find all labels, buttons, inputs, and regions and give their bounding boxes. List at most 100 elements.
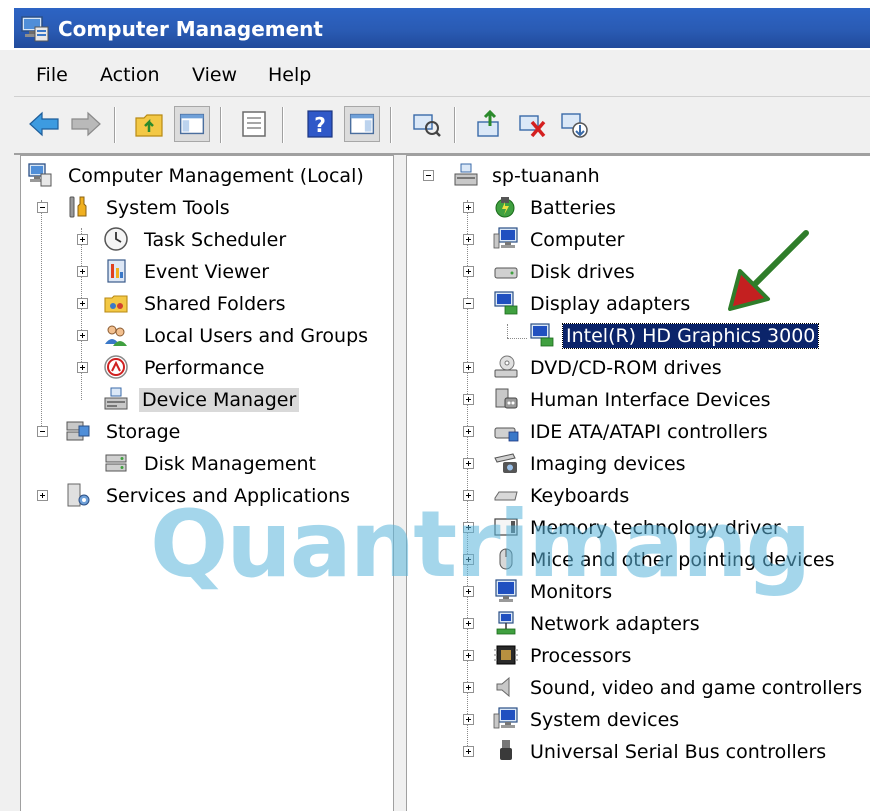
device-category-label: Sound, video and game controllers	[530, 677, 863, 699]
uninstall-icon[interactable]	[514, 106, 550, 142]
device-tree-root[interactable]: sp-tuananh	[411, 162, 861, 190]
expand-toggle[interactable]	[77, 266, 88, 277]
title-bar: Computer Management	[0, 0, 870, 50]
forward-arrow-icon[interactable]	[68, 106, 104, 142]
device-category-memory-tech[interactable]: Memory technology driver	[411, 514, 861, 542]
processor-icon	[494, 645, 518, 665]
expand-toggle[interactable]	[463, 522, 474, 533]
disk-drive-icon	[494, 267, 518, 279]
tree-label-storage: Storage	[106, 421, 181, 443]
back-arrow-icon[interactable]	[26, 106, 62, 142]
tree-label-shared-folders: Shared Folders	[144, 293, 286, 315]
svg-text:?: ?	[314, 113, 326, 137]
expand-toggle[interactable]	[463, 682, 474, 693]
device-category-display-adapters[interactable]: Display adapters	[411, 290, 861, 318]
tree-node-task-scheduler[interactable]: Task Scheduler	[25, 226, 385, 254]
collapse-toggle[interactable]	[423, 170, 434, 181]
show-hide-console-tree-icon[interactable]	[174, 106, 210, 142]
expand-toggle[interactable]	[77, 330, 88, 341]
expand-toggle[interactable]	[463, 650, 474, 661]
expand-toggle[interactable]	[37, 490, 48, 501]
menu-action[interactable]: Action	[100, 64, 160, 86]
device-category-keyboards[interactable]: Keyboards	[411, 482, 861, 510]
tree-node-root[interactable]: Computer Management (Local)	[25, 162, 385, 190]
expand-toggle[interactable]	[463, 394, 474, 405]
help-icon[interactable]: ?	[302, 106, 338, 142]
pane-splitter[interactable]	[394, 155, 406, 811]
device-category-dvd[interactable]: DVD/CD-ROM drives	[411, 354, 861, 382]
device-category-processors[interactable]: Processors	[411, 642, 861, 670]
device-category-label: Display adapters	[530, 293, 691, 315]
device-category-hid[interactable]: Human Interface Devices	[411, 386, 861, 414]
device-category-sound[interactable]: Sound, video and game controllers	[411, 674, 862, 702]
expand-toggle[interactable]	[463, 266, 474, 277]
expand-toggle[interactable]	[463, 202, 474, 213]
menu-help[interactable]: Help	[268, 64, 311, 86]
device-category-ide[interactable]: IDE ATA/ATAPI controllers	[411, 418, 861, 446]
device-category-usb[interactable]: Universal Serial Bus controllers	[411, 738, 861, 766]
tree-node-local-users[interactable]: Local Users and Groups	[25, 322, 385, 350]
toolbar-separator	[390, 107, 392, 143]
tree-node-services[interactable]: Services and Applications	[25, 482, 385, 510]
keyboard-icon	[494, 491, 518, 501]
device-category-label: Batteries	[530, 197, 616, 219]
hid-icon	[495, 388, 518, 409]
up-folder-icon[interactable]	[132, 106, 168, 142]
storage-icon	[66, 421, 90, 441]
device-category-system[interactable]: System devices	[411, 706, 861, 734]
device-category-batteries[interactable]: Batteries	[411, 194, 861, 222]
expand-toggle[interactable]	[463, 618, 474, 629]
device-manager-icon	[104, 387, 128, 410]
properties-icon[interactable]	[236, 106, 272, 142]
tree-node-shared-folders[interactable]: Shared Folders	[25, 290, 385, 318]
tree-node-performance[interactable]: Performance	[25, 354, 385, 382]
console-tree-pane: Computer Management (Local) System Tools…	[20, 155, 394, 811]
event-viewer-icon	[107, 259, 126, 283]
expand-toggle[interactable]	[463, 362, 474, 373]
tree-label-disk-management: Disk Management	[144, 453, 317, 475]
device-category-label: DVD/CD-ROM drives	[530, 357, 722, 379]
device-category-mice[interactable]: Mice and other pointing devices	[411, 546, 861, 574]
tree-node-event-viewer[interactable]: Event Viewer	[25, 258, 385, 286]
device-category-imaging[interactable]: Imaging devices	[411, 450, 861, 478]
device-intel-hd-graphics[interactable]: Intel(R) HD Graphics 3000	[411, 322, 861, 350]
collapse-toggle[interactable]	[463, 298, 474, 309]
toolbar-separator	[220, 107, 222, 143]
expand-toggle[interactable]	[463, 426, 474, 437]
dvd-drive-icon	[494, 355, 518, 378]
device-category-label: Mice and other pointing devices	[530, 549, 835, 571]
update-driver-icon[interactable]	[472, 106, 508, 142]
tree-label-performance: Performance	[144, 357, 265, 379]
device-category-disk-drives[interactable]: Disk drives	[411, 258, 861, 286]
tree-label-system-tools: System Tools	[106, 197, 230, 219]
tree-node-device-manager[interactable]: Device Manager	[25, 386, 385, 414]
show-hide-action-pane-icon[interactable]	[344, 106, 380, 142]
expand-toggle[interactable]	[463, 458, 474, 469]
tree-node-disk-management[interactable]: Disk Management	[25, 450, 385, 478]
tree-node-storage[interactable]: Storage	[25, 418, 385, 446]
device-category-computer[interactable]: Computer	[411, 226, 861, 254]
tree-node-system-tools[interactable]: System Tools	[25, 194, 385, 222]
expand-toggle[interactable]	[77, 362, 88, 373]
expand-toggle[interactable]	[463, 554, 474, 565]
expand-toggle[interactable]	[463, 234, 474, 245]
disable-device-icon[interactable]	[556, 106, 592, 142]
menu-file[interactable]: File	[36, 64, 68, 86]
device-category-monitors[interactable]: Monitors	[411, 578, 861, 606]
collapse-toggle[interactable]	[37, 426, 48, 437]
scan-hardware-icon[interactable]	[408, 106, 444, 142]
monitor-icon	[493, 227, 518, 249]
collapse-toggle[interactable]	[37, 202, 48, 213]
expand-toggle[interactable]	[77, 298, 88, 309]
device-category-label: Disk drives	[530, 261, 635, 283]
menu-view[interactable]: View	[192, 64, 237, 86]
expand-toggle[interactable]	[463, 746, 474, 757]
toolbar-separator	[114, 107, 116, 143]
device-category-network[interactable]: Network adapters	[411, 610, 861, 638]
expand-toggle[interactable]	[463, 490, 474, 501]
tree-label-local-users: Local Users and Groups	[144, 325, 369, 347]
expand-toggle[interactable]	[463, 714, 474, 725]
expand-toggle[interactable]	[463, 586, 474, 597]
device-category-label: Computer	[530, 229, 625, 251]
expand-toggle[interactable]	[77, 234, 88, 245]
